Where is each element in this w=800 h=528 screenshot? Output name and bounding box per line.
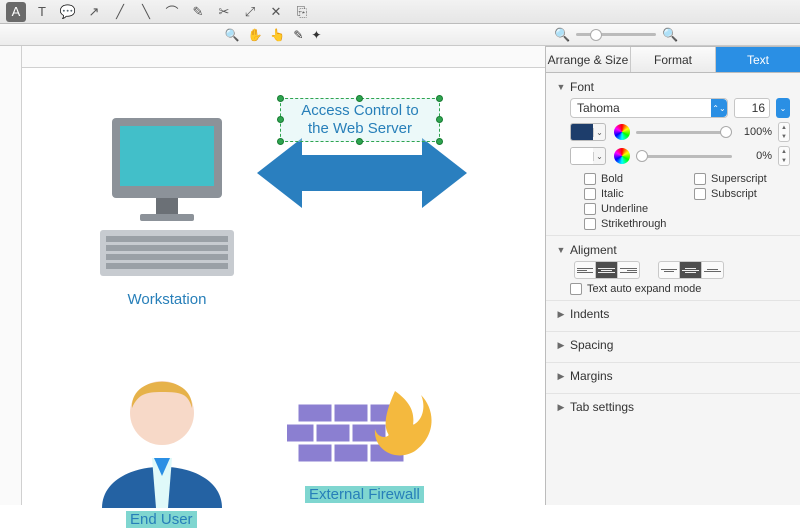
color-picker-icon[interactable] bbox=[614, 124, 630, 140]
alignment-section: ▼Aligment Text auto expand mode bbox=[546, 235, 800, 300]
align-right-button[interactable] bbox=[618, 261, 640, 279]
opacity-stepper[interactable]: ▲▼ bbox=[778, 122, 790, 142]
firewall-label: External Firewall bbox=[305, 486, 424, 503]
zoom-slider[interactable] bbox=[576, 28, 656, 42]
selected-textbox[interactable]: Access Control to the Web Server bbox=[280, 98, 440, 142]
strike-checkbox[interactable]: Strikethrough bbox=[584, 218, 680, 230]
underline-checkbox[interactable]: Underline bbox=[584, 203, 680, 215]
line2-tool[interactable]: ╲ bbox=[136, 2, 156, 22]
pointer-tool[interactable]: 👆 bbox=[270, 28, 285, 42]
bold-checkbox[interactable]: Bold bbox=[584, 173, 680, 185]
scissors-tool[interactable]: ✂ bbox=[214, 2, 234, 22]
canvas[interactable]: Workstation Access Control to the Web Se… bbox=[22, 68, 545, 505]
double-arrow-icon bbox=[257, 133, 467, 213]
tab-format[interactable]: Format bbox=[631, 47, 716, 72]
valign-segment bbox=[658, 261, 724, 279]
canvas-area: Workstation Access Control to the Web Se… bbox=[0, 46, 546, 505]
font-section: ▼Font Tahoma⌃⌄ 16 ⌄ ⌄ 100% ▲▼ ⌄ 0% ▲▼ Bo… bbox=[546, 73, 800, 235]
resize-handle[interactable] bbox=[436, 116, 443, 123]
resize-handle[interactable] bbox=[436, 138, 443, 145]
resize-handle[interactable] bbox=[277, 138, 284, 145]
text-opacity-slider[interactable] bbox=[636, 125, 732, 139]
arc-tool[interactable]: ⌒ bbox=[162, 2, 182, 22]
main-toolbar: A T 💬 ↗ ╱ ╲ ⌒ ✎ ✂ ⤢ ✕ ⎘ bbox=[0, 0, 800, 24]
color-picker-icon[interactable] bbox=[614, 148, 630, 164]
halign-segment bbox=[574, 261, 640, 279]
tab-arrange[interactable]: Arrange & Size bbox=[546, 47, 631, 72]
user-icon bbox=[92, 358, 232, 508]
workstation-shape[interactable]: Workstation bbox=[92, 118, 242, 308]
zoom-tool[interactable]: 🔍 bbox=[225, 28, 240, 42]
textbox-line1: Access Control to bbox=[289, 102, 431, 120]
font-family-select[interactable]: Tahoma⌃⌄ bbox=[570, 98, 728, 118]
line-tool[interactable]: ╱ bbox=[110, 2, 130, 22]
workstation-label: Workstation bbox=[92, 291, 242, 308]
arrow-shape[interactable] bbox=[257, 133, 467, 216]
inspector-tabs: Arrange & Size Format Text bbox=[546, 47, 800, 73]
auto-expand-checkbox[interactable]: Text auto expand mode bbox=[570, 283, 790, 295]
canvas-view-toolbar: 🔍 ✋ 👆 ✎ ✦ bbox=[0, 24, 546, 46]
arrow-tool[interactable]: ↗ bbox=[84, 2, 104, 22]
valign-bottom-button[interactable] bbox=[702, 261, 724, 279]
cross-tool[interactable]: ✕ bbox=[266, 2, 286, 22]
align-left-button[interactable] bbox=[574, 261, 596, 279]
superscript-checkbox[interactable]: Superscript bbox=[694, 173, 790, 185]
opacity-stepper[interactable]: ▲▼ bbox=[778, 146, 790, 166]
chevron-updown-icon[interactable]: ⌄ bbox=[776, 98, 790, 118]
hand-tool[interactable]: ✋ bbox=[247, 28, 262, 42]
firewall-icon bbox=[287, 373, 437, 483]
font-size-field[interactable]: 16 bbox=[734, 98, 770, 118]
bg-color-well[interactable]: ⌄ bbox=[570, 147, 606, 165]
subscript-checkbox[interactable]: Subscript bbox=[694, 188, 790, 200]
ruler-vertical bbox=[0, 46, 22, 505]
resize-handle[interactable] bbox=[356, 95, 363, 102]
valign-top-button[interactable] bbox=[658, 261, 680, 279]
tab-text[interactable]: Text bbox=[716, 47, 800, 72]
spacing-section[interactable]: ▶Spacing bbox=[546, 331, 800, 362]
pen-tool[interactable]: ✎ bbox=[188, 2, 208, 22]
firewall-shape[interactable]: External Firewall bbox=[287, 373, 437, 503]
resize-handle[interactable] bbox=[277, 116, 284, 123]
alignment-heading[interactable]: ▼Aligment bbox=[556, 243, 790, 257]
inspector-panel: Arrange & Size Format Text ▼Font Tahoma⌃… bbox=[546, 46, 800, 505]
margins-section[interactable]: ▶Margins bbox=[546, 362, 800, 393]
zoom-out-icon[interactable]: 🔍 bbox=[554, 27, 570, 43]
text-tool[interactable]: T bbox=[32, 2, 52, 22]
bg-opacity-value: 0% bbox=[738, 150, 772, 162]
zoom-bar: 🔍 🔍 bbox=[546, 24, 800, 46]
valign-middle-button[interactable] bbox=[680, 261, 702, 279]
text-color-well[interactable]: ⌄ bbox=[570, 123, 606, 141]
bg-opacity-slider[interactable] bbox=[636, 149, 732, 163]
enduser-label: End User bbox=[126, 511, 197, 528]
workstation-icon bbox=[92, 118, 242, 288]
copy-tool[interactable]: ⎘ bbox=[292, 2, 312, 22]
font-heading[interactable]: ▼Font bbox=[556, 80, 790, 94]
note-tool[interactable]: 💬 bbox=[58, 2, 78, 22]
indents-section[interactable]: ▶Indents bbox=[546, 300, 800, 331]
zoom-in-icon[interactable]: 🔍 bbox=[662, 27, 678, 43]
effects-tool[interactable]: ✦ bbox=[311, 28, 321, 42]
ruler-horizontal bbox=[22, 46, 545, 68]
enduser-shape[interactable]: End User bbox=[92, 358, 232, 528]
align-center-button[interactable] bbox=[596, 261, 618, 279]
tabsettings-section[interactable]: ▶Tab settings bbox=[546, 393, 800, 424]
chevron-updown-icon: ⌃⌄ bbox=[711, 99, 727, 117]
connector-tool[interactable]: ⤢ bbox=[240, 2, 260, 22]
italic-checkbox[interactable]: Italic bbox=[584, 188, 680, 200]
resize-handle[interactable] bbox=[277, 95, 284, 102]
text-style-tool[interactable]: A bbox=[6, 2, 26, 22]
resize-handle[interactable] bbox=[436, 95, 443, 102]
edit-tool[interactable]: ✎ bbox=[293, 28, 303, 42]
text-opacity-value: 100% bbox=[738, 126, 772, 138]
textbox-line2: the Web Server bbox=[289, 120, 431, 138]
resize-handle[interactable] bbox=[356, 138, 363, 145]
